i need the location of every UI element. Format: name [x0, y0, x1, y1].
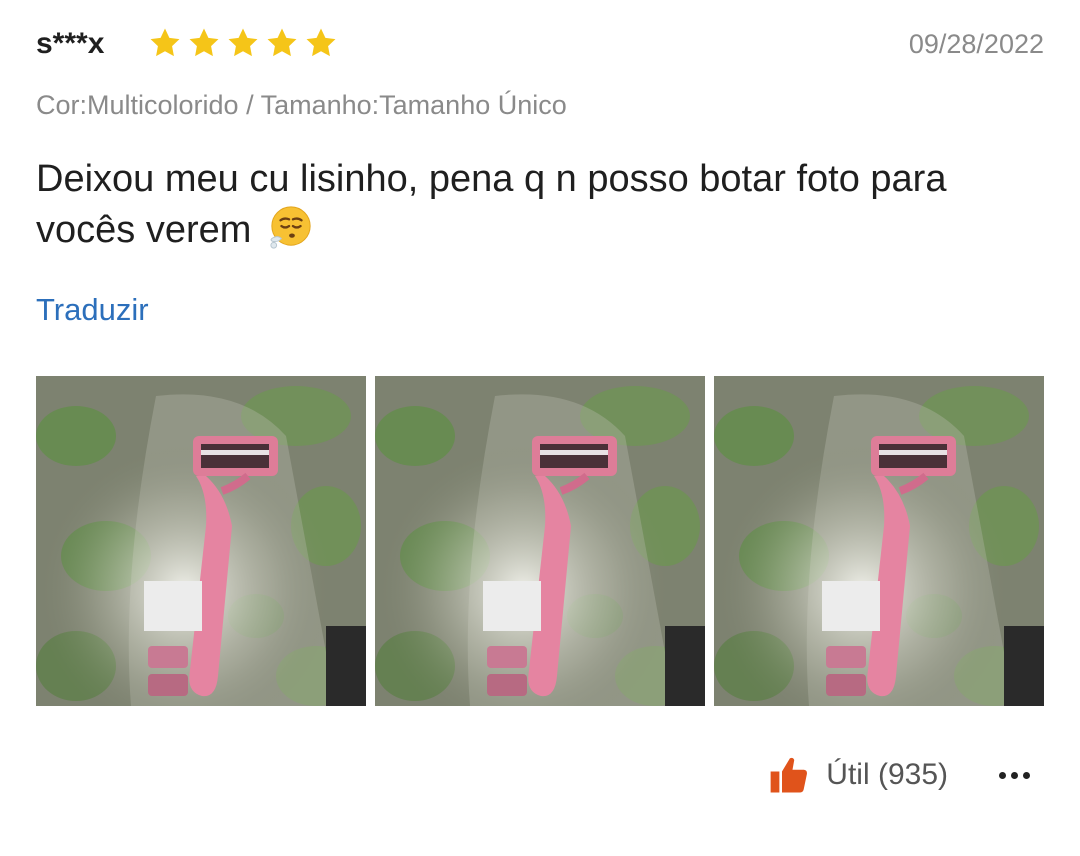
dot [1022, 771, 1030, 779]
thumbs-up-icon [770, 757, 808, 793]
review-text: Deixou meu cu lisinho, pena q n posso bo… [36, 158, 947, 251]
review-photo-1[interactable] [36, 376, 366, 706]
review-photos [36, 376, 1044, 706]
review-photo-3[interactable] [714, 376, 1044, 706]
face-exhaling-emoji-icon [270, 206, 311, 249]
product-variant: Cor:Multicolorido / Tamanho:Tamanho Únic… [36, 90, 567, 120]
razor-photo-image [36, 376, 366, 706]
review-date: 09/28/2022 [908, 29, 1044, 59]
reviewer-name: s***x [36, 27, 105, 60]
translate-link[interactable]: Traduzir [36, 290, 149, 330]
razor-photo-image [714, 376, 1044, 706]
star-rating [148, 26, 338, 62]
review-photo-2[interactable] [375, 376, 705, 706]
review-text-block: Deixou meu cu lisinho, pena q n posso bo… [36, 154, 1044, 255]
review-header: s***x 09/28/2022 [36, 22, 1044, 66]
dot [998, 771, 1006, 779]
more-options-icon[interactable] [994, 748, 1034, 802]
star-icon [306, 28, 336, 57]
star-icon [150, 28, 180, 57]
razor-photo-image [375, 376, 705, 706]
review-footer: Útil (935) [36, 748, 1044, 802]
star-icon [267, 28, 297, 57]
star-icon [228, 28, 258, 57]
star-icon [189, 28, 219, 57]
review-card: s***x 09/28/2022 Cor:Multicolorido / Tam… [36, 0, 1044, 856]
dot [1010, 771, 1018, 779]
helpful-count: Útil (935) [826, 758, 948, 791]
helpful-button[interactable]: Útil (935) [768, 748, 948, 802]
